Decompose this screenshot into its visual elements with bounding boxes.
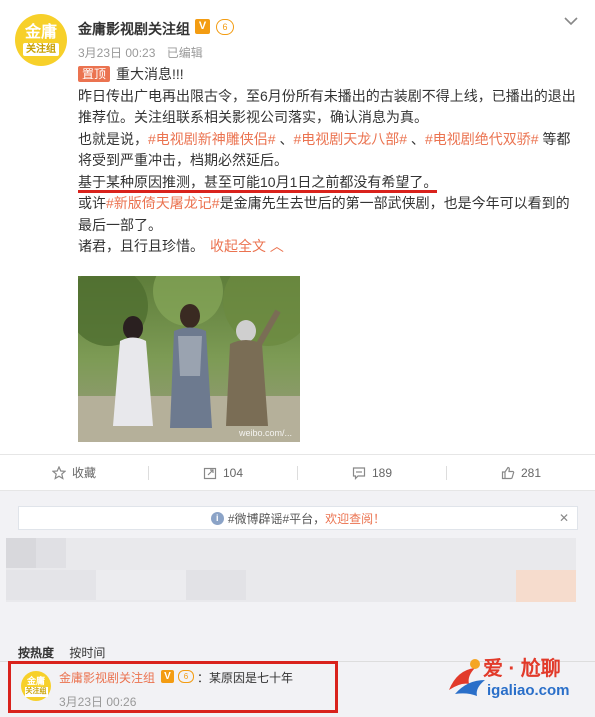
blurred-block — [516, 570, 576, 602]
repost-icon — [203, 467, 217, 479]
author-name[interactable]: 金庸影视剧关注组 — [78, 19, 190, 39]
comment-text: ：某原因是七十年 — [197, 671, 294, 685]
post-date[interactable]: 3月23日 00:23 — [78, 46, 155, 60]
commenter-avatar[interactable]: 金庸 关注组 — [21, 671, 51, 701]
notice-link[interactable]: 欢迎查阅！ — [325, 510, 385, 527]
logo-text: 爱 · 尬聊 — [483, 658, 561, 680]
close-icon[interactable]: ✕ — [559, 511, 569, 525]
logo-url: igaliao.com — [487, 682, 570, 699]
tab-sort-time[interactable]: 按时间 — [69, 646, 105, 660]
post-paragraph-5: 诸君，且行且珍惜。 收起全文 ︿ — [78, 238, 284, 254]
post-paragraph-2: 也就是说，#电视剧新神雕侠侣# 、#电视剧天龙八部# 、#电视剧绝代双骄# 等都… — [78, 130, 571, 169]
info-icon: i — [210, 511, 224, 525]
photo-illustration — [78, 276, 300, 442]
verified-badge-icon: V — [161, 670, 174, 683]
action-bar: 收藏 104 189 281 — [0, 455, 595, 491]
blurred-block — [36, 538, 66, 568]
tab-sort-hot[interactable]: 按热度 — [18, 646, 54, 660]
post-photo[interactable]: weibo.com/... — [78, 276, 300, 442]
post-headline: 重大消息!!! — [116, 66, 184, 82]
comment-button[interactable]: 189 — [298, 455, 446, 490]
weibo-post: 金庸 关注组 金庸影视剧关注组 V 6 3月23日 00:23 已编辑 置顶 重大… — [0, 0, 595, 455]
site-watermark-logo: 爱 · 尬聊 igaliao.com — [445, 648, 590, 708]
edited-label: 已编辑 — [166, 46, 203, 60]
blurred-block — [186, 570, 246, 600]
commenter-name[interactable]: 金庸影视剧关注组 — [59, 669, 155, 686]
photo-watermark: weibo.com/... — [238, 428, 292, 438]
repost-button[interactable]: 104 — [149, 455, 297, 490]
level-badge-icon: 6 — [216, 19, 234, 35]
thumbs-up-icon — [501, 466, 515, 479]
post-meta: 3月23日 00:23 已编辑 — [78, 44, 211, 61]
hashtag-link[interactable]: #电视剧新神雕侠侣# — [148, 131, 276, 147]
rumor-notice-banner[interactable]: i #微博辟谣#平台， 欢迎查阅！ ✕ — [18, 506, 578, 530]
post-content: 置顶 重大消息!!! 昨日传出广电再出限古令，至6月份所有未播出的古装剧不得上线，… — [78, 64, 578, 258]
blurred-block — [6, 538, 36, 568]
author-avatar[interactable]: 金庸 关注组 — [15, 14, 67, 66]
blurred-block — [6, 570, 96, 600]
pinned-badge: 置顶 — [78, 66, 111, 82]
post-paragraph-4: 或许#新版倚天屠龙记#是金庸先生去世后的第一部武侠剧，也是今年可以看到的最后一部… — [78, 195, 570, 233]
comment-time: 3月23日 00:26 — [59, 695, 137, 709]
chevron-down-icon[interactable] — [563, 13, 579, 29]
verified-badge-icon: V — [195, 19, 210, 34]
highlighted-comment: 金庸 关注组 金庸影视剧关注组 V 6 ：某原因是七十年 3月23日 00:26 — [8, 661, 338, 713]
hashtag-link[interactable]: #电视剧天龙八部# — [293, 131, 407, 147]
comment-icon — [352, 466, 366, 480]
hashtag-link[interactable]: #新版倚天屠龙记# — [106, 195, 220, 211]
favorite-button[interactable]: 收藏 — [0, 455, 148, 490]
hashtag-link[interactable]: #电视剧绝代双骄# — [425, 131, 539, 147]
post-paragraph-1: 昨日传出广电再出限古令，至6月份所有未播出的古装剧不得上线，已播出的退出推荐位。… — [78, 87, 576, 126]
like-button[interactable]: 281 — [447, 455, 595, 490]
sort-tabs: 按热度 按时间 — [18, 644, 117, 661]
star-icon — [51, 465, 66, 480]
blurred-block — [96, 570, 186, 600]
level-badge-icon: 6 — [178, 670, 194, 683]
underlined-sentence: 基于某种原因推测，甚至可能10月1日之前都没有希望了。 — [78, 173, 438, 193]
collapse-text-link[interactable]: 收起全文 ︿ — [210, 238, 284, 254]
